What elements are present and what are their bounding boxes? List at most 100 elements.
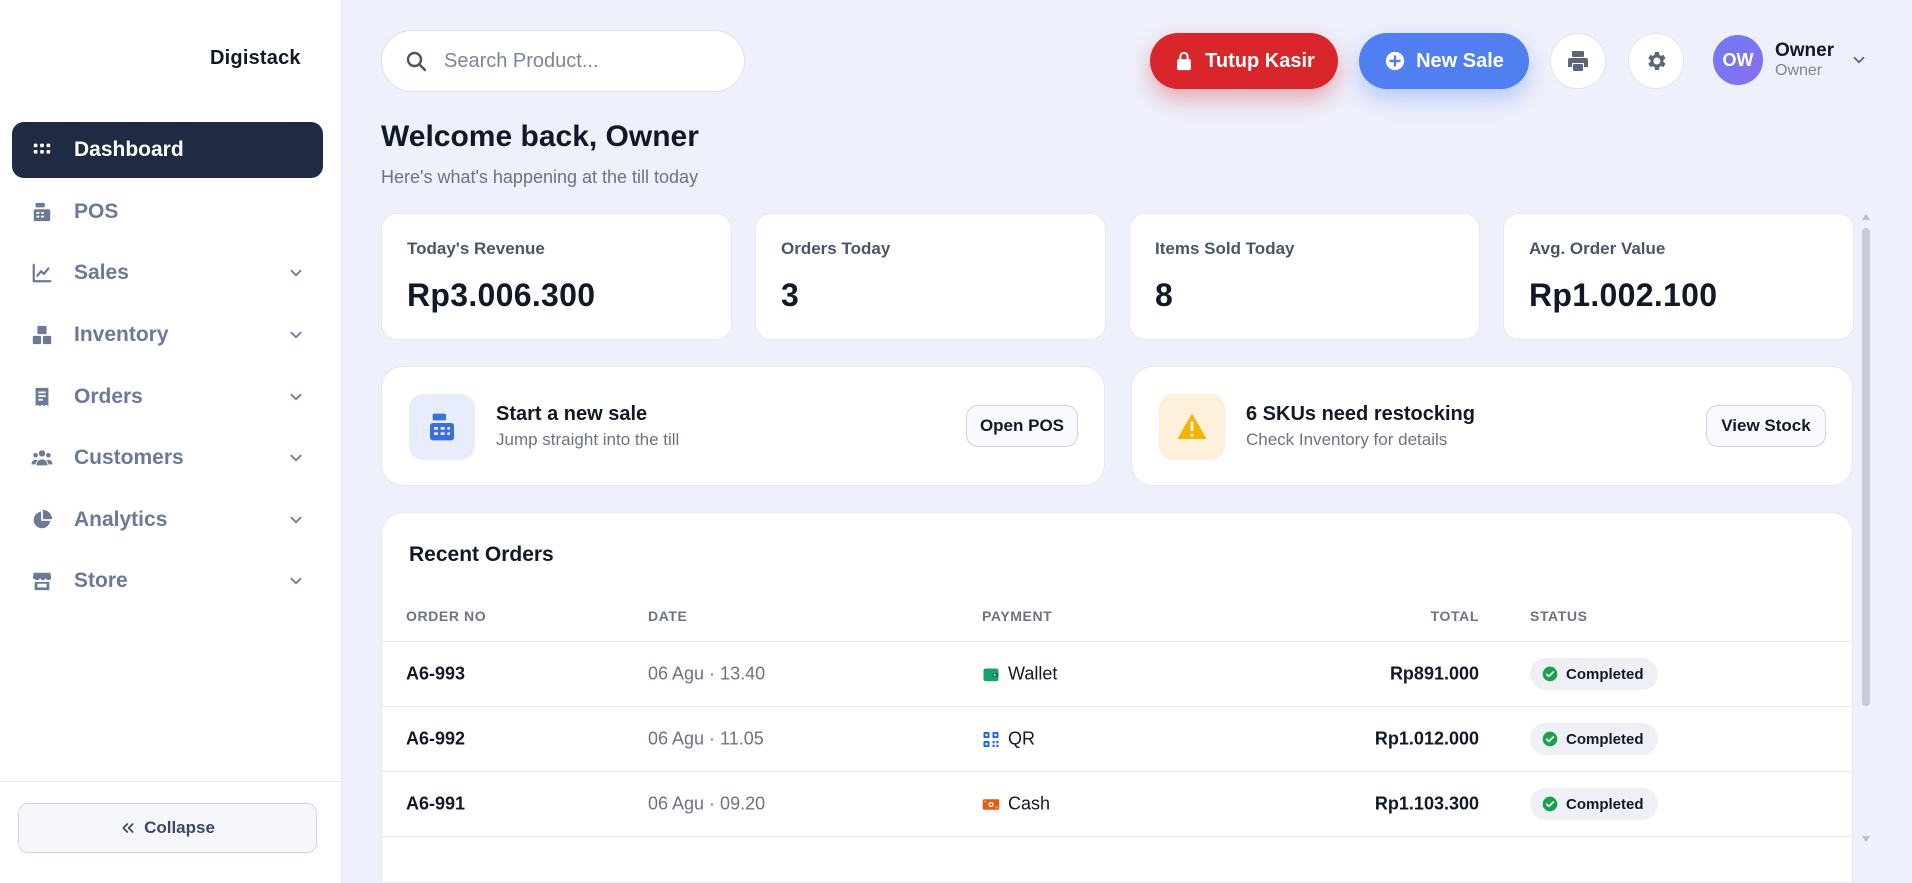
status-label: Completed: [1566, 665, 1644, 683]
action-title: 6 SKUs need restocking: [1246, 403, 1475, 425]
stat-value: 8: [1155, 277, 1174, 313]
qr-icon: [983, 731, 999, 747]
stat-card-avg-order: Avg. Order Value Rp1.002.100: [1503, 213, 1854, 340]
printer-icon: [1568, 51, 1588, 71]
sidebar-item-store[interactable]: Store: [12, 553, 323, 609]
status-badge: Completed: [1530, 723, 1658, 755]
order-date: 06 Agu · 13.40: [648, 663, 766, 684]
recent-orders-panel: Recent Orders ORDER NO DATE PAYMENT TOTA…: [381, 512, 1853, 883]
sidebar-item-label: Orders: [74, 385, 143, 408]
close-register-label: Tutup Kasir: [1205, 49, 1315, 72]
chevron-down-icon: [290, 393, 302, 401]
print-button[interactable]: [1550, 33, 1606, 89]
sidebar-item-label: Customers: [74, 446, 184, 469]
wallet-icon: [983, 668, 999, 681]
sidebar-item-analytics[interactable]: Analytics: [12, 492, 323, 548]
check-circle-icon: [1542, 666, 1558, 682]
table-row[interactable]: A6-992 06 Agu · 11.05 QR Rp1.012.000 Com…: [382, 707, 1852, 772]
cash-register-icon: [409, 394, 475, 460]
cash-register-icon: [30, 200, 54, 224]
user-role: Owner: [1775, 61, 1823, 79]
sidebar-item-pos[interactable]: POS: [12, 184, 323, 240]
table-row[interactable]: A6-991 06 Agu · 09.20 Cash Rp1.103.300 C…: [382, 772, 1852, 837]
new-sale-label: New Sale: [1416, 49, 1504, 72]
order-total: Rp891.000: [1389, 663, 1479, 684]
sidebar-item-orders[interactable]: Orders: [12, 369, 323, 425]
table-row[interactable]: A6-993 06 Agu · 13.40 Wallet Rp891.000 C…: [382, 642, 1852, 707]
action-subtitle: Jump straight into the till: [496, 430, 680, 449]
scrollbar-thumb[interactable]: [1862, 228, 1870, 706]
payment-label: QR: [1008, 728, 1035, 749]
pie-chart-icon: [30, 508, 54, 532]
sidebar-item-sales[interactable]: Sales: [12, 245, 323, 301]
plus-circle-icon: [1385, 51, 1405, 71]
order-no: A6-991: [406, 793, 466, 814]
column-header-total[interactable]: TOTAL: [1431, 608, 1479, 624]
check-circle-icon: [1542, 796, 1558, 812]
lock-icon: [1177, 51, 1192, 71]
order-total: Rp1.103.300: [1374, 793, 1479, 814]
payment-label: Cash: [1008, 793, 1051, 814]
sidebar: Digistack Dashboard POS Sales Inventory …: [0, 0, 342, 883]
order-payment: QR: [982, 729, 1035, 750]
stat-label: Avg. Order Value: [1529, 239, 1666, 258]
search-bar[interactable]: [381, 30, 745, 92]
chevron-down-icon: [290, 516, 302, 524]
status-badge: Completed: [1530, 788, 1658, 820]
sidebar-item-dashboard[interactable]: Dashboard: [12, 122, 323, 178]
page-title: Welcome back, Owner: [381, 120, 699, 153]
order-payment: Wallet: [982, 664, 1057, 685]
scroll-up-arrow-icon[interactable]: [1862, 214, 1870, 220]
chevron-down-icon: [290, 577, 302, 585]
stat-card-items-sold: Items Sold Today 8: [1129, 213, 1480, 340]
action-subtitle: Check Inventory for details: [1246, 430, 1448, 449]
sidebar-item-label: Sales: [74, 261, 129, 284]
double-chevron-left-icon: [122, 823, 134, 833]
column-header-date[interactable]: DATE: [648, 608, 687, 624]
boxes-icon: [30, 323, 54, 347]
status-label: Completed: [1566, 795, 1644, 813]
page-subtitle: Here's what's happening at the till toda…: [381, 167, 699, 187]
sidebar-item-customers[interactable]: Customers: [12, 430, 323, 486]
scroll-down-arrow-icon[interactable]: [1862, 836, 1870, 842]
column-header-payment[interactable]: PAYMENT: [982, 608, 1052, 624]
chevron-down-icon: [290, 269, 302, 277]
order-date: 06 Agu · 11.05: [648, 728, 764, 749]
order-no: A6-992: [406, 728, 466, 749]
check-circle-icon: [1542, 731, 1558, 747]
status-badge: Completed: [1530, 658, 1658, 690]
action-title: Start a new sale: [496, 403, 648, 425]
order-date: 06 Agu · 09.20: [648, 793, 766, 814]
chevron-down-icon: [290, 454, 302, 462]
search-input[interactable]: [444, 49, 704, 73]
brand-logo[interactable]: Digistack: [210, 47, 301, 70]
users-icon: [30, 446, 54, 470]
settings-button[interactable]: [1628, 33, 1684, 89]
sidebar-item-label: Dashboard: [74, 138, 184, 161]
stat-label: Items Sold Today: [1155, 239, 1295, 258]
close-register-button[interactable]: Tutup Kasir: [1150, 33, 1338, 89]
collapse-sidebar-button[interactable]: Collapse: [18, 803, 317, 853]
column-header-order-no[interactable]: ORDER NO: [406, 608, 486, 624]
open-pos-button[interactable]: Open POS: [966, 405, 1078, 447]
restock-card: 6 SKUs need restocking Check Inventory f…: [1131, 366, 1853, 486]
column-header-status[interactable]: STATUS: [1530, 608, 1588, 624]
gear-icon: [1648, 52, 1666, 70]
payment-label: Wallet: [1008, 663, 1058, 684]
user-menu[interactable]: OW Owner Owner: [1713, 35, 1868, 85]
sidebar-item-inventory[interactable]: Inventory: [12, 307, 323, 363]
warning-icon: [1159, 394, 1225, 460]
chevron-down-icon: [1853, 56, 1865, 64]
sidebar-divider: [0, 781, 342, 782]
store-icon: [30, 569, 54, 593]
stat-card-orders: Orders Today 3: [755, 213, 1106, 340]
order-total: Rp1.012.000: [1374, 728, 1479, 749]
view-stock-button[interactable]: View Stock: [1706, 405, 1826, 447]
new-sale-button[interactable]: New Sale: [1359, 33, 1529, 89]
new-sale-card: Start a new sale Jump straight into the …: [381, 366, 1105, 486]
stat-label: Today's Revenue: [407, 239, 545, 258]
order-payment: Cash: [982, 794, 1050, 815]
stat-value: Rp1.002.100: [1529, 277, 1718, 313]
search-icon: [406, 51, 427, 72]
stat-label: Orders Today: [781, 239, 891, 258]
